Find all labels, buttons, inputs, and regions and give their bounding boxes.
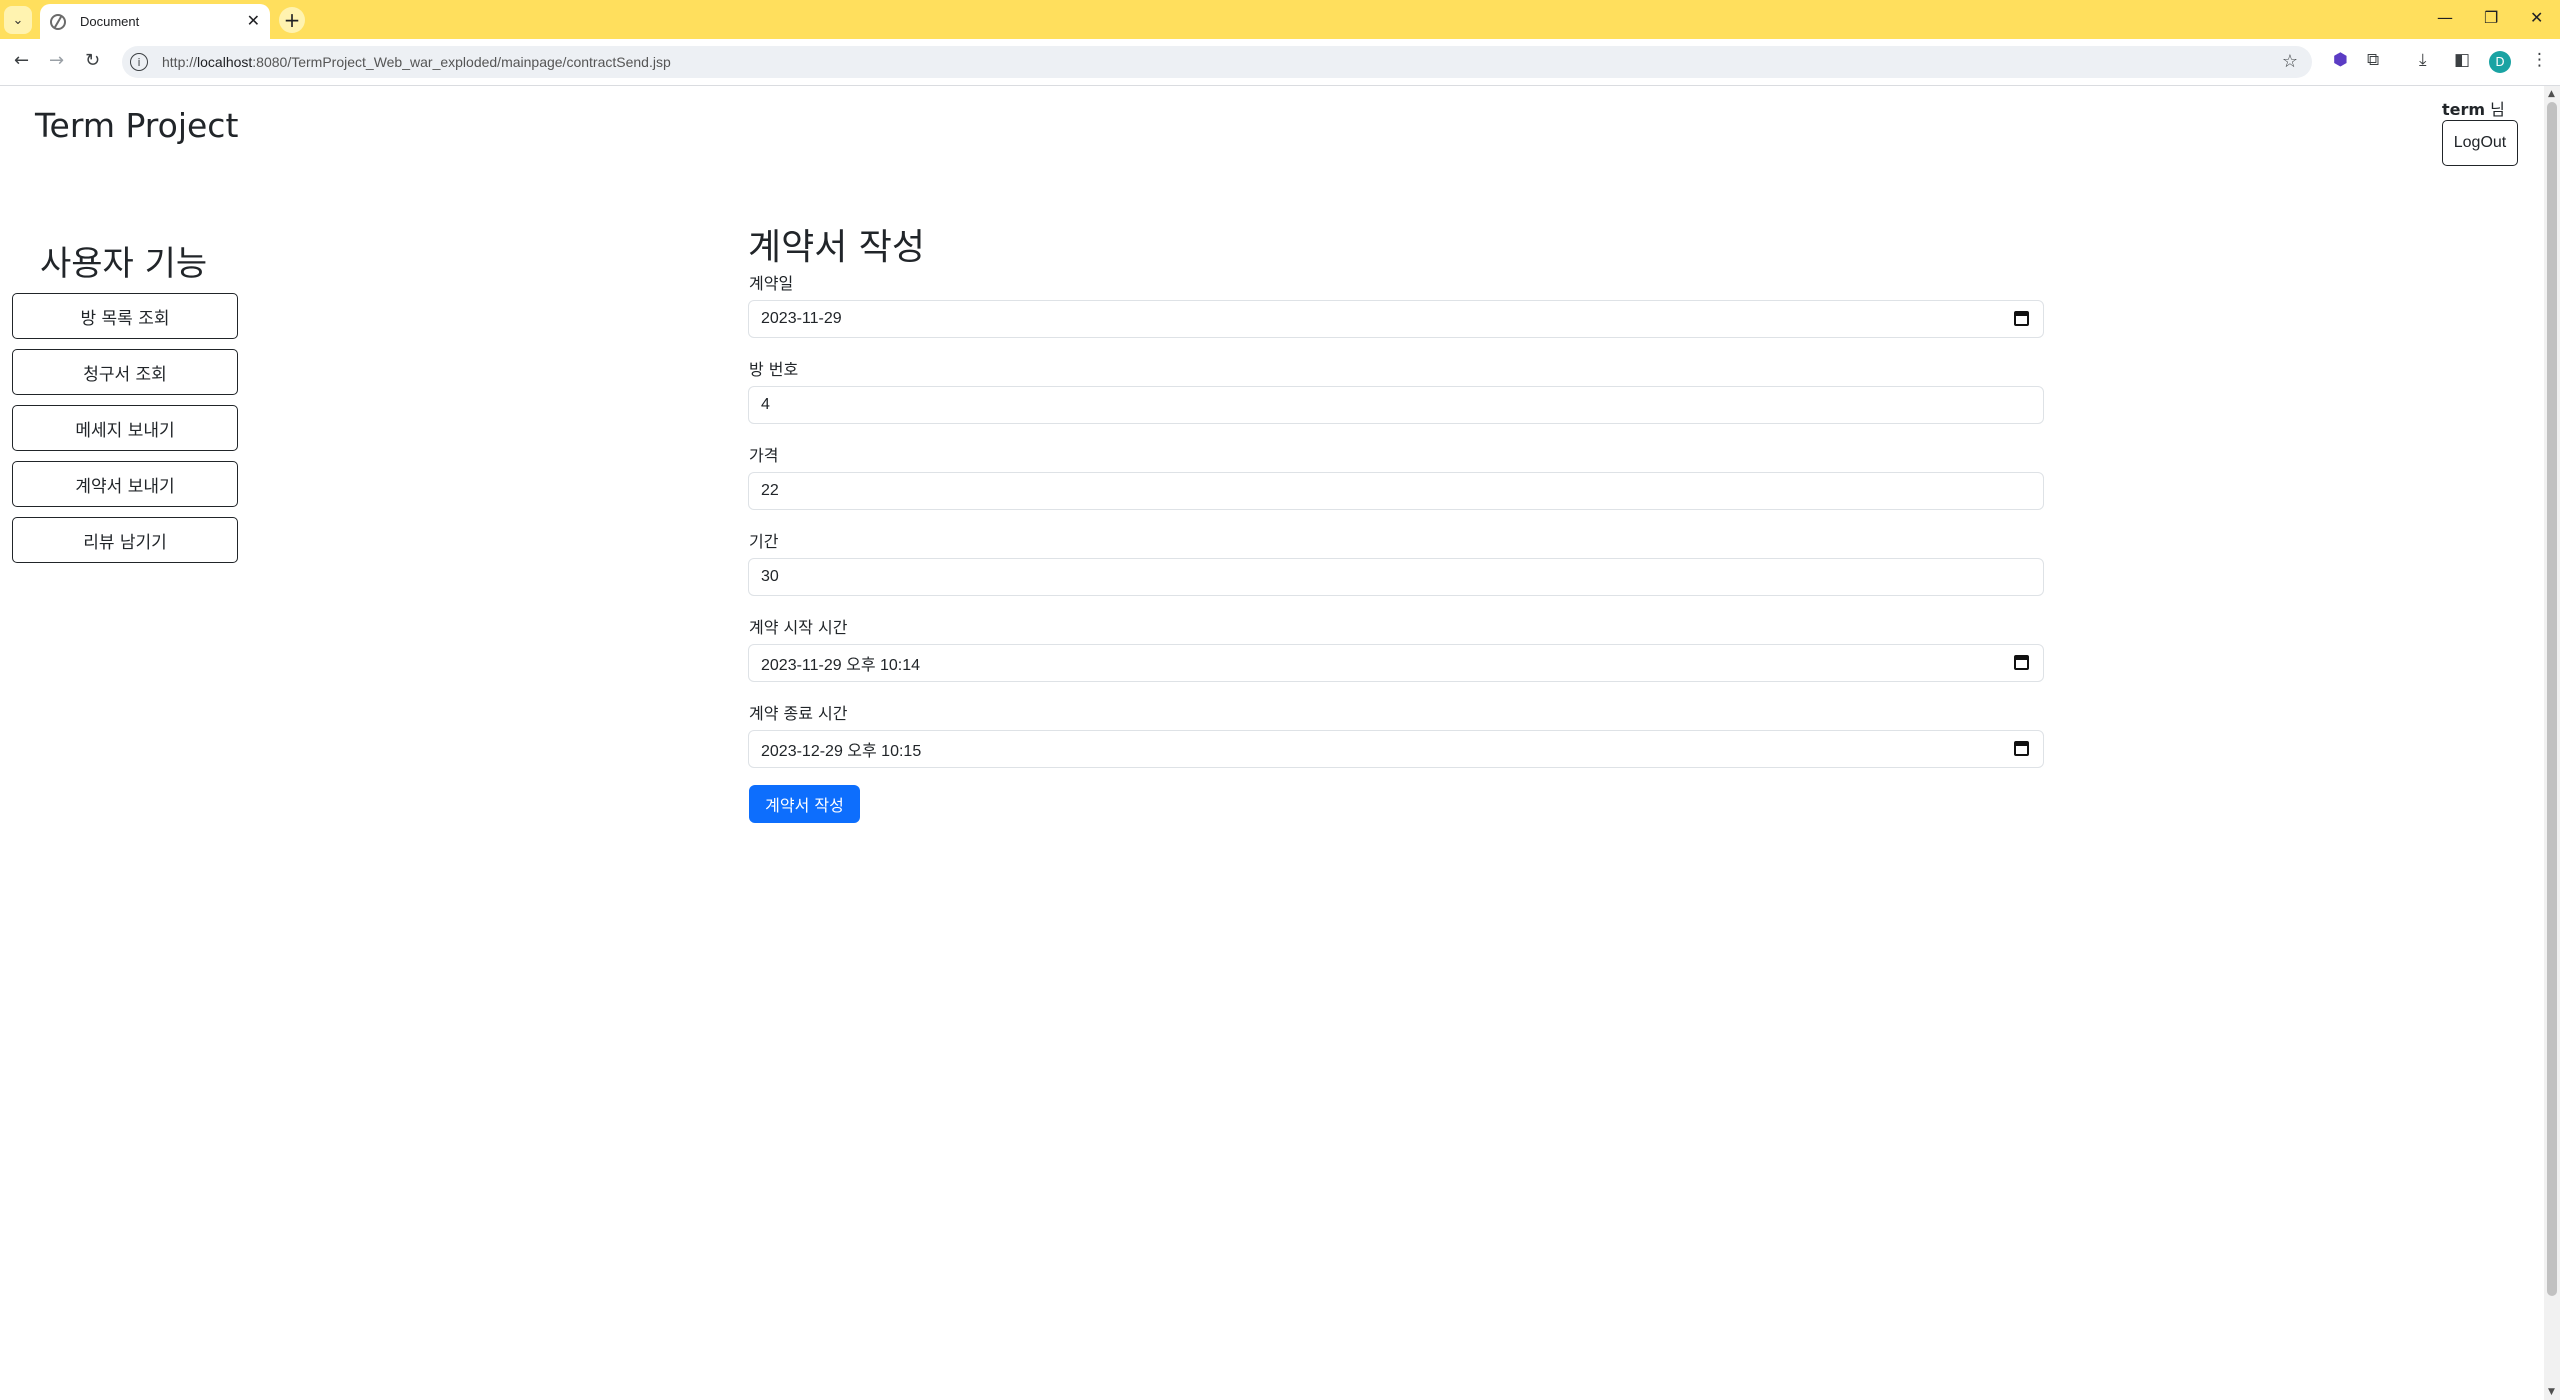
- tab-document[interactable]: Document ✕: [40, 4, 270, 39]
- info-icon[interactable]: i: [130, 53, 148, 71]
- sidebar-title: 사용자 기능: [40, 244, 208, 284]
- close-icon[interactable]: ✕: [247, 11, 260, 30]
- contract-date-input[interactable]: 2023-11-29: [748, 300, 2044, 338]
- period-label: 기간: [749, 532, 779, 551]
- extension-icon[interactable]: ⬢: [2333, 50, 2348, 70]
- minimize-icon[interactable]: —: [2437, 8, 2453, 27]
- submit-contract-button[interactable]: 계약서 작성: [749, 785, 860, 823]
- calendar-icon[interactable]: [2014, 655, 2029, 670]
- browser-toolbar: ← → ↻ i http://localhost:8080/TermProjec…: [0, 39, 2560, 86]
- new-tab-button[interactable]: +: [279, 7, 305, 33]
- bookmark-star-icon[interactable]: ☆: [2282, 51, 2298, 72]
- room-number-input[interactable]: 4: [748, 386, 2044, 424]
- menu-icon[interactable]: ⋮: [2531, 50, 2548, 70]
- sidebar-item-send-message[interactable]: 메세지 보내기: [12, 405, 238, 451]
- reload-icon[interactable]: ↻: [85, 50, 100, 71]
- end-time-input[interactable]: 2023-12-29 오후 10:15: [748, 730, 2044, 768]
- scroll-up-icon[interactable]: ▲: [2548, 89, 2555, 99]
- profile-avatar[interactable]: D: [2489, 51, 2511, 73]
- start-time-label: 계약 시작 시간: [749, 618, 848, 637]
- start-time-input[interactable]: 2023-11-29 오후 10:14: [748, 644, 2044, 682]
- side-panel-icon[interactable]: ◧: [2454, 50, 2470, 70]
- sidebar-item-room-list[interactable]: 방 목록 조회: [12, 293, 238, 339]
- price-label: 가격: [749, 446, 779, 465]
- calendar-icon[interactable]: [2014, 311, 2029, 326]
- contract-date-label: 계약일: [749, 274, 794, 293]
- plus-icon: +: [283, 8, 301, 32]
- calendar-icon[interactable]: [2014, 741, 2029, 756]
- period-input[interactable]: 30: [748, 558, 2044, 596]
- logout-button[interactable]: LogOut: [2442, 120, 2518, 166]
- address-bar[interactable]: i http://localhost:8080/TermProject_Web_…: [122, 46, 2312, 78]
- sidebar-item-write-review[interactable]: 리뷰 남기기: [12, 517, 238, 563]
- back-icon[interactable]: ←: [14, 50, 29, 71]
- price-input[interactable]: 22: [748, 472, 2044, 510]
- brand-title: Term Project: [35, 106, 239, 145]
- page-scrollbar[interactable]: ▲ ▼: [2544, 86, 2560, 1400]
- tab-strip: ⌄ Document ✕ + — ❐ ✕: [0, 0, 2560, 39]
- user-box: term 님 LogOut: [2442, 96, 2518, 166]
- url-text[interactable]: http://localhost:8080/TermProject_Web_wa…: [162, 54, 671, 70]
- form-title: 계약서 작성: [748, 227, 926, 268]
- tab-search-button[interactable]: ⌄: [4, 6, 32, 34]
- end-time-label: 계약 종료 시간: [749, 704, 848, 723]
- puzzle-icon[interactable]: ⧉: [2367, 50, 2379, 70]
- chevron-down-icon: ⌄: [12, 12, 24, 28]
- page-content: Term Project term 님 LogOut 사용자 기능 방 목록 조…: [0, 86, 2544, 1400]
- forward-icon[interactable]: →: [49, 50, 64, 71]
- globe-icon: [50, 13, 66, 30]
- room-number-label: 방 번호: [749, 360, 799, 379]
- tab-title: Document: [80, 14, 140, 29]
- restore-icon[interactable]: ❐: [2484, 8, 2498, 27]
- sidebar-item-bill-list[interactable]: 청구서 조회: [12, 349, 238, 395]
- sidebar-item-send-contract[interactable]: 계약서 보내기: [12, 461, 238, 507]
- download-icon[interactable]: ⤓: [2419, 50, 2427, 70]
- scroll-thumb[interactable]: [2547, 102, 2557, 1296]
- scroll-down-icon[interactable]: ▼: [2548, 1387, 2555, 1397]
- window-close-icon[interactable]: ✕: [2530, 8, 2543, 27]
- user-greeting: term 님: [2442, 100, 2505, 119]
